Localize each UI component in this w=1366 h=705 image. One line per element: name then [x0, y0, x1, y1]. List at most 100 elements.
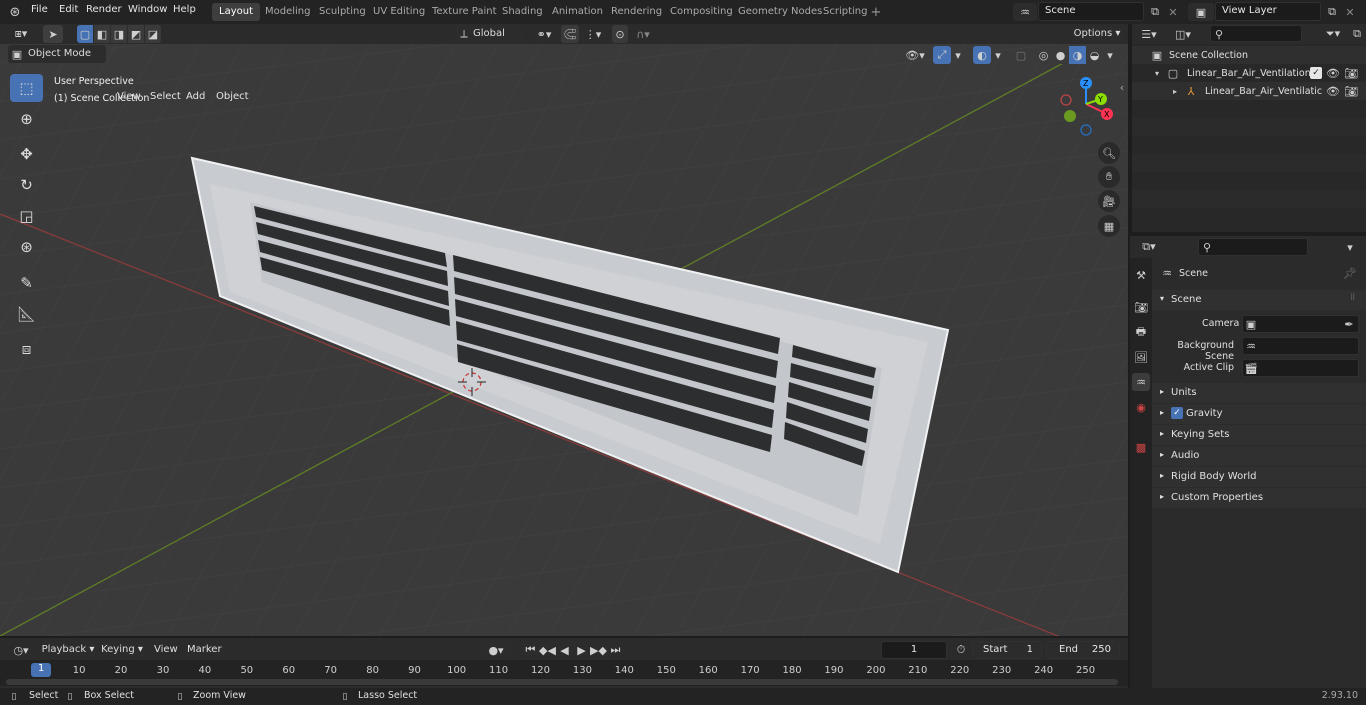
gizmo-toggle-icon[interactable]: ⤢ [933, 46, 951, 64]
timeline-editor-type-icon[interactable]: ◷▾ [8, 641, 34, 659]
jump-end-icon[interactable]: ⏭ [607, 641, 624, 659]
new-collection-icon[interactable]: ⧉ [1350, 25, 1364, 43]
view-layer-field[interactable]: View Layer [1215, 2, 1321, 21]
tab-layout[interactable]: Layout [212, 3, 260, 21]
active-clip-field[interactable] [1242, 359, 1359, 377]
tab-texture-paint[interactable]: Texture Paint [425, 3, 504, 21]
perspective-toggle-icon[interactable]: ▦ [1098, 215, 1120, 237]
annotate-tool-icon[interactable]: ✎ [10, 269, 43, 297]
properties-search-input[interactable] [1198, 238, 1308, 256]
audio-panel-header[interactable]: ▸ Audio [1152, 446, 1366, 466]
rendered-shading-icon[interactable]: ◒ [1086, 46, 1103, 64]
pivot-point-icon[interactable]: ⚭▾ [532, 25, 556, 43]
select-tool-icon[interactable]: ➤ [43, 25, 63, 43]
outliner-row[interactable]: ▣ Scene Collection [1132, 46, 1366, 64]
menu-help[interactable]: Help [173, 4, 196, 15]
output-tab-icon[interactable]: 🖶︎ [1132, 323, 1150, 341]
render-camera-icon[interactable]: 📷︎ [1344, 84, 1358, 98]
world-tab-icon[interactable]: ◉ [1132, 398, 1150, 416]
expand-arrow-icon[interactable]: ▸ [1170, 84, 1180, 98]
new-scene-icon[interactable]: ⧉ [1146, 3, 1164, 21]
timeline-menu-view[interactable]: View [154, 644, 178, 655]
menu-file[interactable]: File [31, 4, 48, 15]
transform-tool-icon[interactable]: ⊛ [10, 233, 43, 261]
tab-shading[interactable]: Shading [495, 3, 550, 21]
tool-tab-icon[interactable]: ⚒ [1132, 266, 1150, 284]
select-box-tool-icon[interactable]: ⬚ [10, 74, 43, 102]
eyedropper-icon[interactable]: ✒ [1343, 316, 1355, 332]
playback-dropdown[interactable]: Playback ▾ [41, 641, 95, 659]
tab-modeling[interactable]: Modeling [258, 3, 318, 21]
select-extend-icon[interactable]: ◧ [94, 25, 110, 43]
camera-view-icon[interactable]: 🎥︎ [1098, 190, 1120, 212]
viewport-menu-object[interactable]: Object [216, 91, 249, 102]
tab-geometry-nodes[interactable]: Geometry Nodes [731, 3, 829, 21]
tab-scripting[interactable]: Scripting [816, 3, 874, 21]
scene-panel-header[interactable]: ▾ Scene ⁞⁞ [1152, 290, 1366, 310]
jump-start-icon[interactable]: ⏮ [522, 641, 539, 659]
options-dropdown[interactable]: Options ▾ [1070, 25, 1124, 43]
units-panel-header[interactable]: ▸ Units [1152, 383, 1366, 403]
viewport-menu-view[interactable]: View [117, 91, 141, 102]
texture-tab-icon[interactable]: ▩ [1132, 438, 1150, 456]
exclude-checkbox-icon[interactable]: ✓ [1310, 67, 1322, 79]
timeline-menu-marker[interactable]: Marker [187, 644, 222, 655]
auto-keying-icon[interactable]: ●▾ [481, 641, 511, 659]
camera-field[interactable] [1242, 315, 1359, 333]
next-keyframe-icon[interactable]: ▶◆ [590, 641, 607, 659]
move-tool-icon[interactable]: ✥ [10, 140, 43, 168]
visibility-dropdown-icon[interactable]: 👁︎▾ [902, 46, 928, 64]
tab-animation[interactable]: Animation [545, 3, 610, 21]
overlays-dropdown-icon[interactable]: ▾ [992, 46, 1004, 64]
proportional-edit-icon[interactable]: ⊙ [612, 25, 628, 43]
view-layer-tab-icon[interactable]: 🖼︎ [1132, 348, 1150, 366]
solid-shading-icon[interactable]: ● [1052, 46, 1069, 64]
add-workspace-icon[interactable]: + [869, 5, 883, 20]
viewport-menu-add[interactable]: Add [186, 91, 205, 102]
tab-compositing[interactable]: Compositing [663, 3, 740, 21]
navigation-gizmo[interactable]: Z X Y [1056, 74, 1120, 138]
properties-editor-type-icon[interactable]: ⧉▾ [1136, 238, 1162, 256]
overlays-toggle-icon[interactable]: ◐ [973, 46, 991, 64]
viewport-canvas[interactable] [0, 24, 1128, 636]
cursor-tool-icon[interactable]: ⊕ [10, 105, 43, 133]
sidebar-toggle-icon[interactable]: ‹ [1117, 80, 1127, 94]
shading-dropdown-icon[interactable]: ▾ [1104, 46, 1116, 64]
close-view-layer-icon[interactable]: ✕ [1343, 3, 1357, 21]
menu-edit[interactable]: Edit [59, 4, 78, 15]
menu-window[interactable]: Window [128, 4, 167, 15]
gizmo-dropdown-icon[interactable]: ▾ [952, 46, 964, 64]
filter-icon[interactable]: ⏷▾ [1320, 25, 1346, 43]
menu-render[interactable]: Render [86, 4, 122, 15]
keying-dropdown[interactable]: Keying ▾ [99, 641, 145, 659]
zoom-view-icon[interactable]: 🔍︎ [1098, 142, 1120, 164]
render-tab-icon[interactable]: 📷︎ [1132, 298, 1150, 316]
snap-target-icon[interactable]: ⋮▾ [581, 25, 605, 43]
properties-options-icon[interactable]: ▾ [1342, 238, 1358, 256]
pan-view-icon[interactable]: ✋︎ [1098, 166, 1120, 188]
expand-arrow-icon[interactable]: ▾ [1152, 66, 1162, 80]
material-shading-icon[interactable]: ◑ [1069, 46, 1086, 64]
3d-viewport[interactable]: User Perspective (1) Scene Collection Z … [0, 24, 1128, 636]
editor-type-icon[interactable]: ⧆▾ [8, 25, 34, 43]
custom-properties-panel-header[interactable]: ▸ Custom Properties [1152, 488, 1366, 508]
keying-sets-panel-header[interactable]: ▸ Keying Sets [1152, 425, 1366, 445]
xray-toggle-icon[interactable]: ▢ [1013, 46, 1029, 64]
close-scene-icon[interactable]: ✕ [1166, 3, 1180, 21]
wireframe-shading-icon[interactable]: ◎ [1035, 46, 1052, 64]
falloff-icon[interactable]: ∩▾ [630, 25, 656, 43]
tab-rendering[interactable]: Rendering [604, 3, 669, 21]
snap-toggle-icon[interactable]: 🧲︎ [561, 25, 579, 43]
eye-icon[interactable]: 👁︎ [1326, 66, 1340, 80]
blender-logo-icon[interactable]: ⊛ [6, 3, 24, 21]
pin-icon[interactable]: 📌︎ [1343, 266, 1357, 280]
add-cube-tool-icon[interactable]: ⧈ [10, 335, 43, 363]
scene-browse-icon[interactable]: ♒ [1013, 3, 1037, 21]
view-layer-browse-icon[interactable]: ▣ [1188, 3, 1214, 21]
tab-sculpting[interactable]: Sculpting [312, 3, 373, 21]
start-frame-field[interactable]: Start 1 [972, 641, 1042, 659]
play-icon[interactable]: ▶ [573, 641, 590, 659]
play-reverse-icon[interactable]: ◀ [556, 641, 573, 659]
background-scene-field[interactable] [1242, 337, 1359, 355]
select-new-icon[interactable]: ▢ [77, 25, 93, 43]
